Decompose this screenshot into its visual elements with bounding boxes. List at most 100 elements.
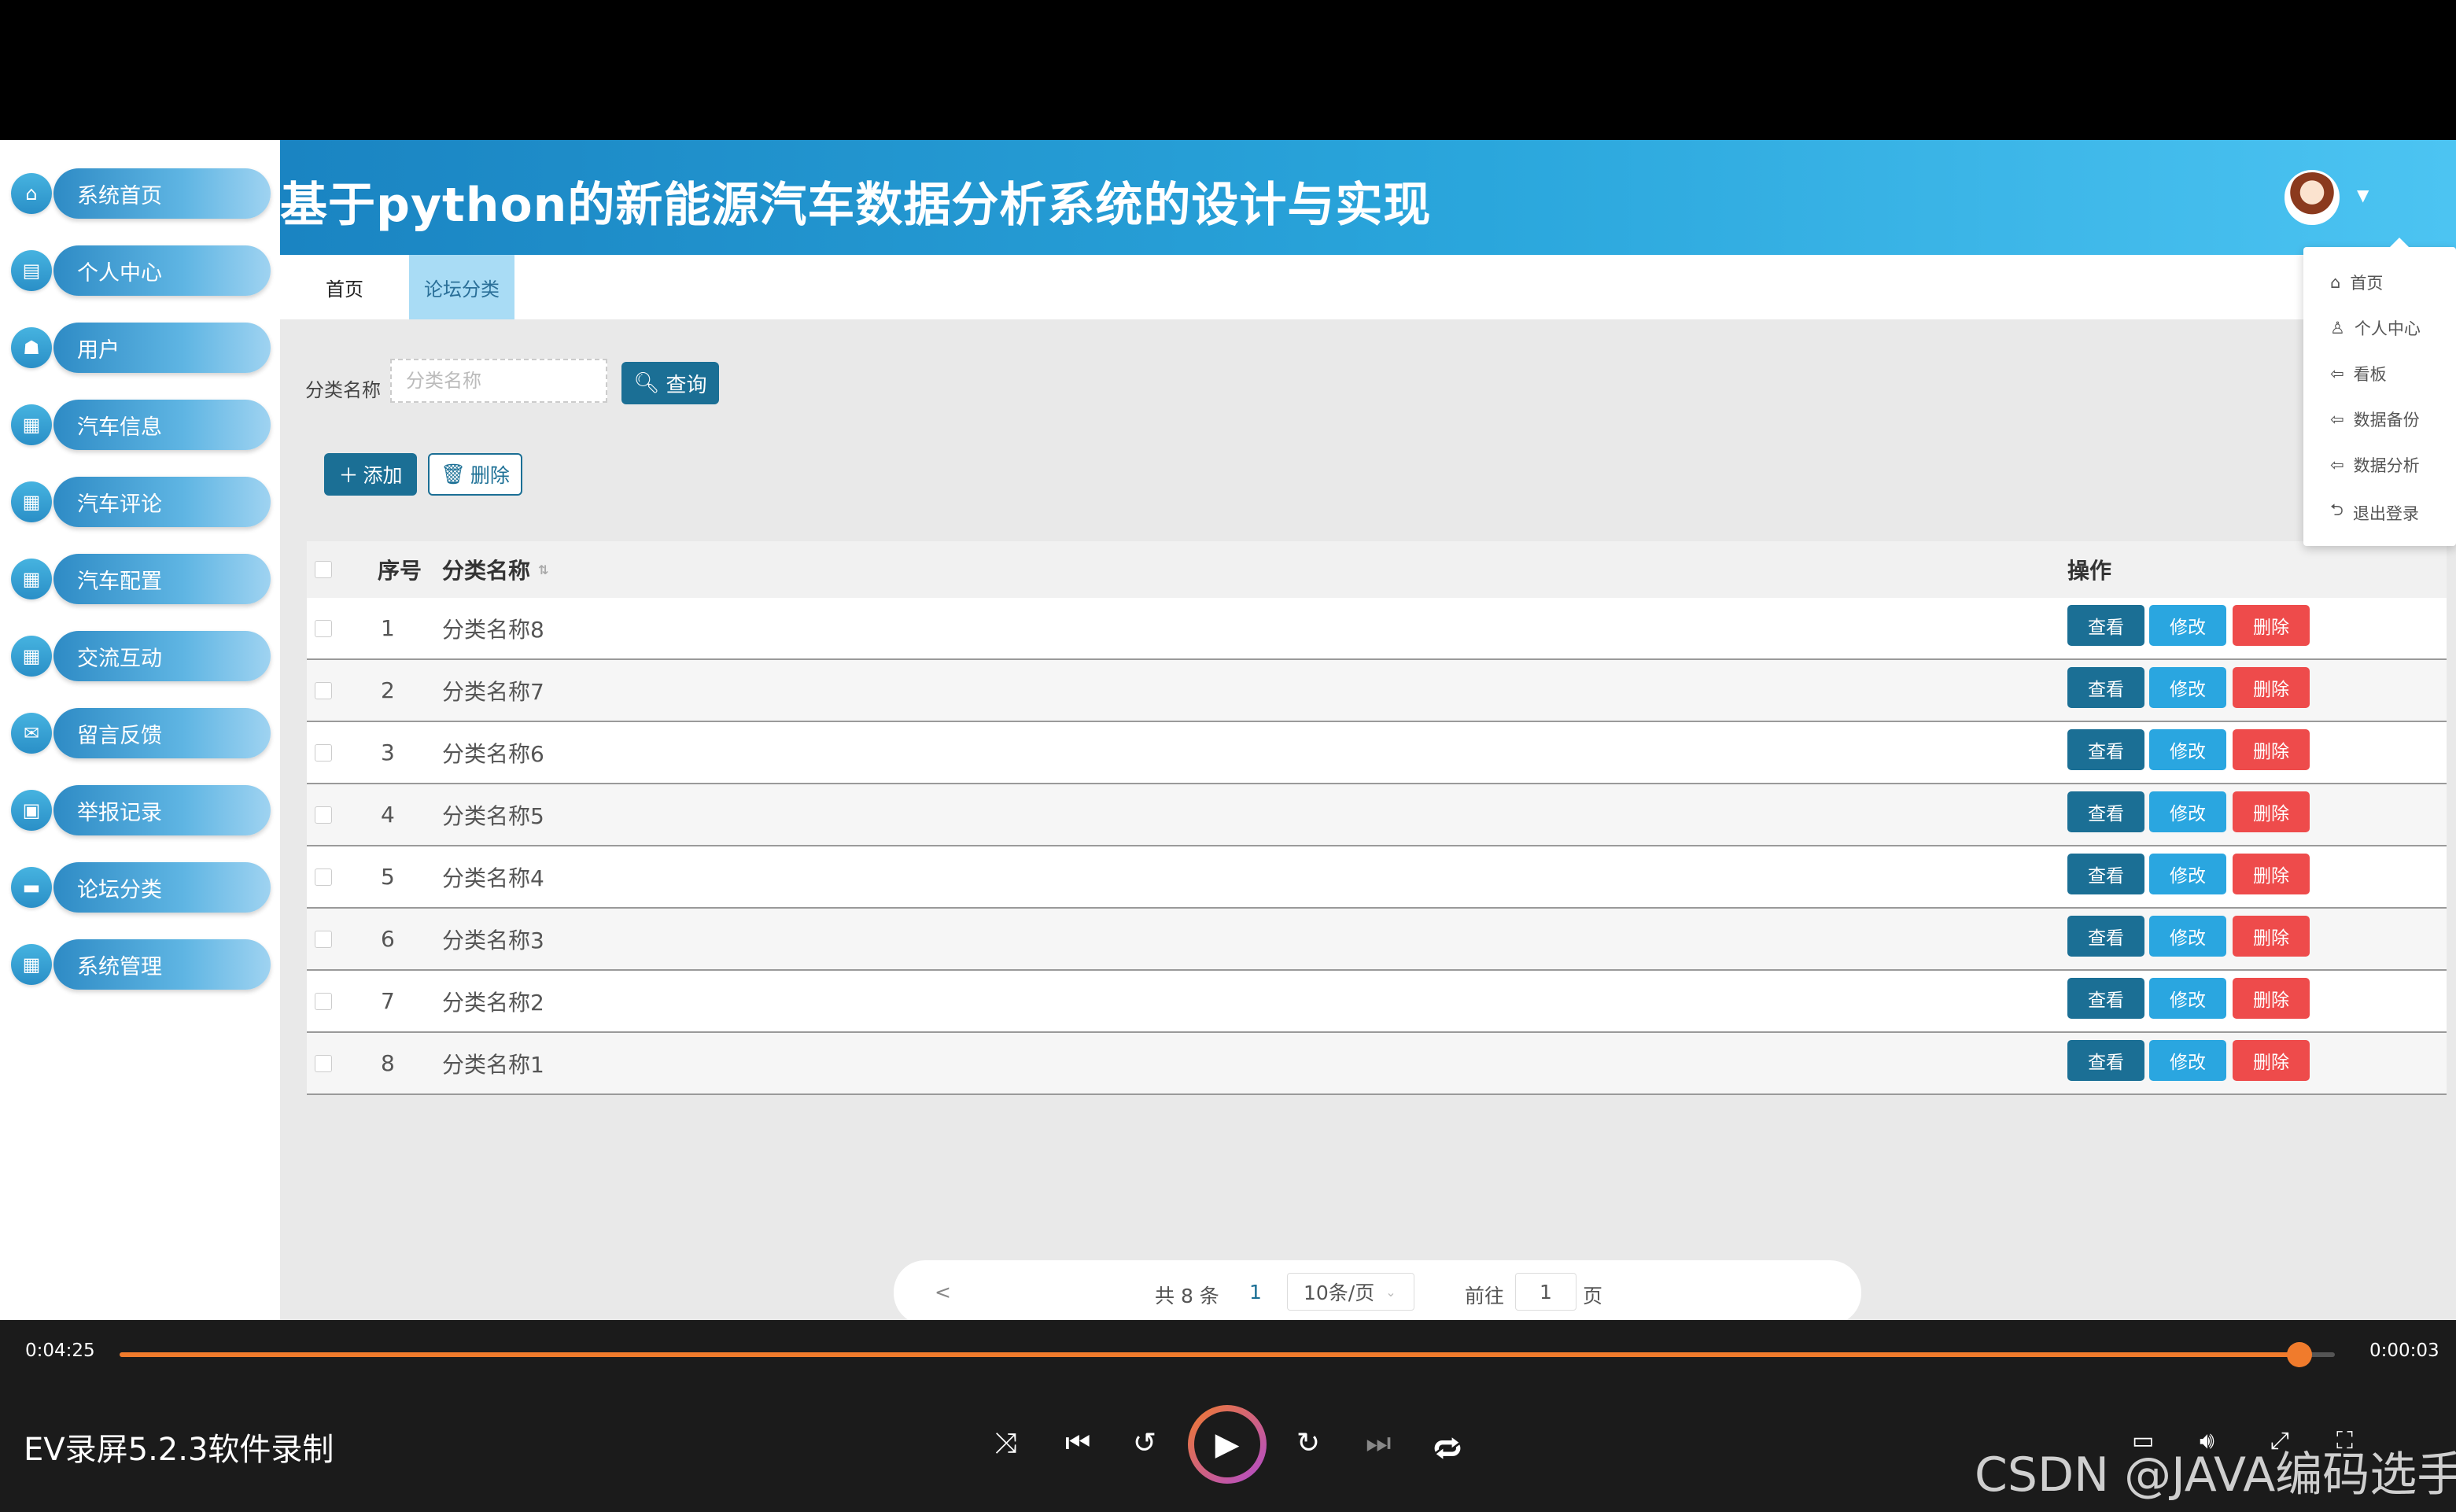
watermark: CSDN @JAVA编码选手 [1975, 1447, 2456, 1503]
query-button[interactable]: 🔍︎ 查询 [621, 362, 719, 404]
row-checkbox[interactable] [315, 743, 332, 762]
sidebar-item-7[interactable]: ✉ 留言反馈 [11, 708, 271, 758]
row-checkbox[interactable] [315, 868, 332, 886]
row-index: 1 [381, 615, 395, 641]
edit-button[interactable]: 修改 [2149, 667, 2226, 708]
edit-button[interactable]: 修改 [2149, 729, 2226, 770]
view-button[interactable]: 查看 [2067, 791, 2144, 832]
forward-30-icon[interactable]: ↻ [1296, 1427, 1320, 1459]
sidebar-item-3[interactable]: ▦ 汽车信息 [11, 400, 271, 450]
sidebar-item-label: 交流互动 [53, 631, 271, 681]
header-name[interactable]: 分类名称 ⇅ [442, 541, 548, 598]
table-row: 7 分类名称2 查看 修改 删除 [307, 971, 2447, 1033]
delete-button[interactable]: 删除 [2233, 854, 2310, 894]
add-button[interactable]: ＋ 添加 [324, 453, 417, 496]
tab-home[interactable]: 首页 [280, 255, 409, 319]
sidebar-item-1[interactable]: ▤ 个人中心 [11, 245, 271, 296]
progress-knob[interactable] [2287, 1342, 2312, 1367]
delete-button[interactable]: 删除 [2233, 1040, 2310, 1081]
main-content: 分类名称 分类名称 🔍︎ 查询 ＋ 添加 🗑︎ 删除 序号 分类名称 ⇅ 操作 [280, 319, 2456, 1325]
avatar[interactable] [2285, 170, 2340, 225]
user-menu-item[interactable]: ⇦ 数据备份 [2330, 408, 2420, 431]
search-input[interactable]: 分类名称 [390, 359, 607, 403]
home-icon: ⌂ [2330, 273, 2341, 292]
view-button[interactable]: 查看 [2067, 1040, 2144, 1081]
arrow-left-icon: ⇦ [2330, 364, 2344, 383]
user-menu-item[interactable]: ⌂ 首页 [2330, 271, 2383, 294]
rewind-10-icon[interactable]: ↺ [1133, 1427, 1156, 1459]
row-checkbox[interactable] [315, 619, 332, 637]
user-menu-item[interactable]: ⇦ 看板 [2330, 362, 2387, 385]
pagination: < 共 8 条 1 10条/页 ⌄ 前往 1 页 [894, 1260, 1861, 1325]
batch-delete-button[interactable]: 🗑︎ 删除 [428, 453, 522, 496]
view-button[interactable]: 查看 [2067, 729, 2144, 770]
edit-button[interactable]: 修改 [2149, 916, 2226, 957]
goto-page-input[interactable]: 1 [1515, 1273, 1576, 1311]
edit-button[interactable]: 修改 [2149, 791, 2226, 832]
delete-button[interactable]: 删除 [2233, 791, 2310, 832]
view-button[interactable]: 查看 [2067, 605, 2144, 646]
home-icon: ⌂ [11, 173, 52, 214]
user-menu-item[interactable]: ⇦ 数据分析 [2330, 453, 2420, 477]
row-name: 分类名称1 [442, 1051, 544, 1078]
sidebar-item-6[interactable]: ▦ 交流互动 [11, 631, 271, 681]
sidebar-item-8[interactable]: ▣ 举报记录 [11, 785, 271, 835]
tab-forum-category[interactable]: 论坛分类 [409, 255, 514, 319]
table-row: 2 分类名称7 查看 修改 删除 [307, 660, 2447, 722]
sidebar-item-4[interactable]: ▦ 汽车评论 [11, 477, 271, 527]
batch-delete-label: 删除 [470, 464, 510, 487]
progress-slider[interactable] [120, 1342, 2335, 1367]
profile-icon: ▤ [11, 250, 52, 291]
sidebar-item-10[interactable]: ▦ 系统管理 [11, 939, 271, 990]
caret-down-icon[interactable]: ▼ [2357, 186, 2369, 205]
sidebar-item-2[interactable]: ☗ 用户 [11, 323, 271, 373]
view-button[interactable]: 查看 [2067, 916, 2144, 957]
category-table: 序号 分类名称 ⇅ 操作 1 分类名称8 查看 修改 删除 2 分类名称7 查看 修改 删除 3 分类… [307, 541, 2447, 1095]
row-checkbox[interactable] [315, 992, 332, 1010]
user-dropdown-menu: ⌂ 首页 ♙ 个人中心 ⇦ 看板 ⇦ 数据备份 ⇦ 数据分析 ⮌ 退出登录 [2303, 238, 2456, 546]
row-index: 3 [381, 739, 395, 765]
sidebar-item-0[interactable]: ⌂ 系统首页 [11, 168, 271, 219]
edit-button[interactable]: 修改 [2149, 854, 2226, 894]
row-checkbox[interactable] [315, 1054, 332, 1072]
remaining-time: 0:00:03 [2369, 1341, 2439, 1361]
repeat-icon[interactable]: 🔁︎ [1433, 1427, 1462, 1469]
delete-button[interactable]: 删除 [2233, 605, 2310, 646]
select-all-checkbox[interactable] [315, 561, 332, 578]
sidebar-item-label: 举报记录 [53, 785, 271, 835]
shuffle-icon[interactable]: ⤨ [994, 1427, 1017, 1460]
sidebar-item-label: 用户 [53, 323, 271, 373]
user-menu-item-label: 数据备份 [2353, 411, 2420, 430]
next-icon[interactable]: ⏭ [1366, 1427, 1391, 1460]
sort-icon[interactable]: ⇅ [538, 562, 548, 577]
page-number[interactable]: 1 [1249, 1281, 1262, 1304]
delete-button[interactable]: 删除 [2233, 667, 2310, 708]
arrow-left-icon: ⇦ [2330, 410, 2344, 429]
view-button[interactable]: 查看 [2067, 854, 2144, 894]
delete-button[interactable]: 删除 [2233, 916, 2310, 957]
prev-page-button[interactable]: < [935, 1281, 951, 1304]
row-checkbox[interactable] [315, 681, 332, 699]
query-button-label: 查询 [666, 373, 707, 397]
row-checkbox[interactable] [315, 930, 332, 948]
table-row: 1 分类名称8 查看 修改 删除 [307, 598, 2447, 660]
user-menu-item[interactable]: ♙ 个人中心 [2330, 316, 2421, 340]
progress-fill [120, 1352, 2299, 1357]
delete-button[interactable]: 删除 [2233, 729, 2310, 770]
view-button[interactable]: 查看 [2067, 667, 2144, 708]
grid-icon: ▦ [11, 404, 52, 445]
sidebar-item-9[interactable]: ▬ 论坛分类 [11, 862, 271, 913]
view-button[interactable]: 查看 [2067, 978, 2144, 1019]
user-menu-item-label: 数据分析 [2353, 456, 2420, 475]
edit-button[interactable]: 修改 [2149, 605, 2226, 646]
row-checkbox[interactable] [315, 806, 332, 824]
play-button[interactable]: ▶ [1188, 1405, 1267, 1484]
user-menu-item[interactable]: ⮌ 退出登录 [2330, 499, 2419, 526]
delete-button[interactable]: 删除 [2233, 978, 2310, 1019]
edit-button[interactable]: 修改 [2149, 978, 2226, 1019]
page-size-select[interactable]: 10条/页 ⌄ [1287, 1273, 1414, 1311]
previous-icon[interactable]: ⏮ [1065, 1427, 1090, 1460]
edit-button[interactable]: 修改 [2149, 1040, 2226, 1081]
sidebar-item-5[interactable]: ▦ 汽车配置 [11, 554, 271, 604]
forum-icon: ▬ [11, 867, 52, 908]
